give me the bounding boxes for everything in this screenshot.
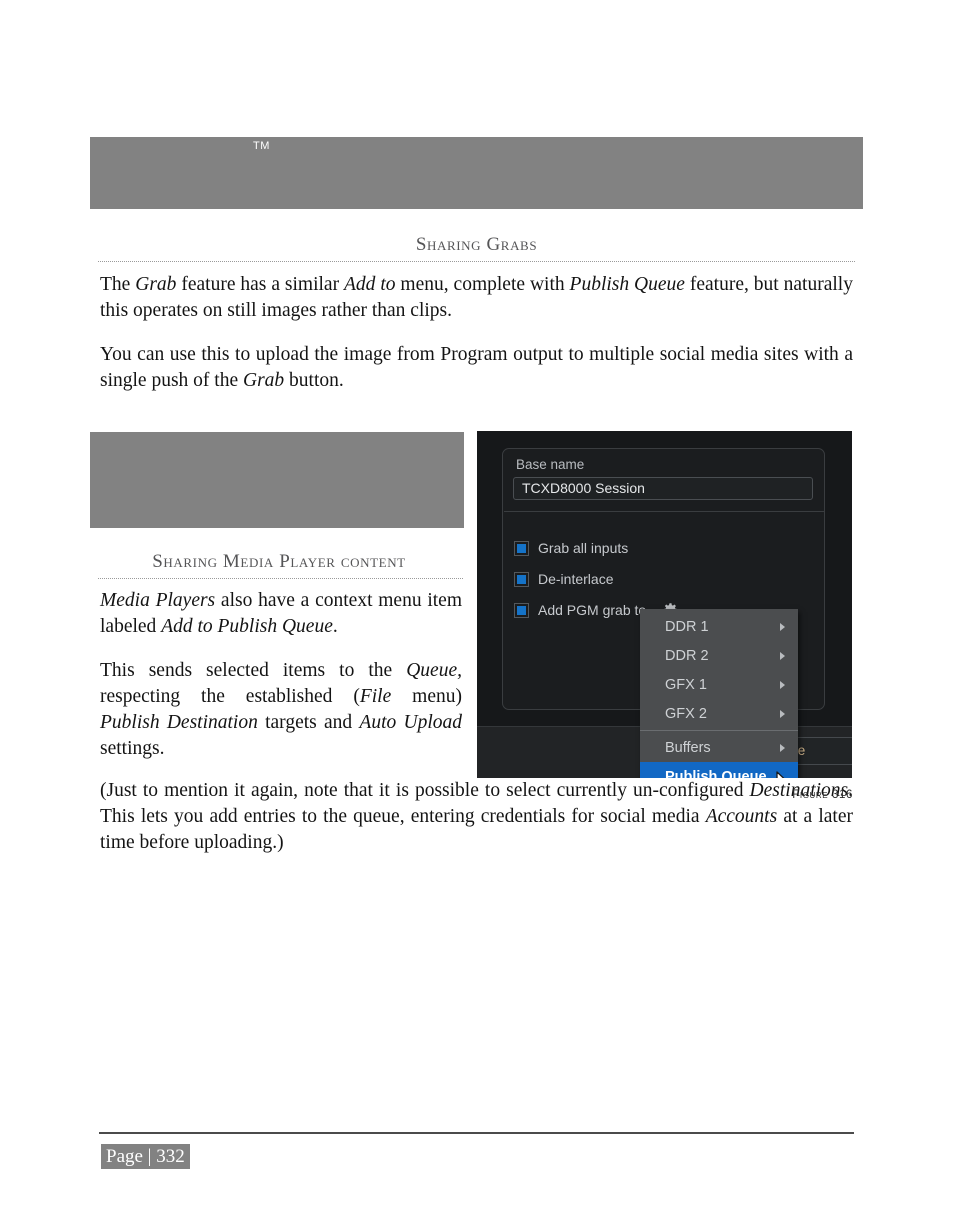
emphasis-add-to: Add to (343, 274, 396, 295)
base-name-label: Base name (516, 457, 585, 472)
text-run: settings. (100, 738, 165, 759)
emphasis-add-to-publish-queue: Add to Publish Queue (161, 616, 333, 637)
menu-separator (640, 730, 798, 731)
masked-figure-placeholder (90, 432, 464, 528)
paragraph-upload-image: You can use this to upload the image fro… (100, 342, 853, 394)
emphasis-media-players: Media Players (100, 590, 216, 611)
checkbox-row-grab-all-inputs[interactable]: Grab all inputs (514, 538, 628, 558)
section-heading-sharing-grabs: Sharing Grabs (415, 234, 538, 255)
text-run: (Just to mention it again, note that it … (100, 780, 750, 801)
checkbox-label: Add PGM grab to (538, 602, 647, 618)
base-name-input[interactable]: TCXD8000 Session (513, 477, 813, 500)
emphasis-accounts: Accounts (705, 806, 778, 827)
emphasis-queue: Queue, (406, 660, 462, 681)
menu-item-label: GFX 1 (665, 676, 707, 693)
header-band: TM (90, 137, 863, 209)
emphasis-auto-upload: Auto Upload (359, 712, 462, 733)
text-run: You can use this to upload the image fro… (100, 344, 853, 391)
menu-item-label: Buffers (665, 739, 711, 756)
text-run: menu, complete with (395, 274, 570, 295)
text-run: feature has a similar (176, 274, 344, 295)
text-run: . (332, 616, 338, 637)
checkbox-icon[interactable] (514, 602, 529, 618)
menu-item-gfx-2[interactable]: GFX 2 (640, 699, 798, 728)
text-run: The (100, 274, 136, 295)
checkbox-icon[interactable] (514, 540, 529, 556)
text-run: This sends selected items to the (100, 660, 407, 681)
checkbox-label: De-interlace (538, 571, 614, 587)
emphasis-grab: Grab (135, 274, 177, 295)
checkbox-row-de-interlace[interactable]: De-interlace (514, 569, 613, 589)
submenu-arrow-icon (780, 709, 785, 718)
submenu-arrow-icon (780, 680, 785, 689)
emphasis-grab: Grab (242, 370, 285, 391)
card-divider (504, 511, 825, 512)
emphasis-publish-queue: Publish Queue (569, 274, 685, 295)
page-number-badge: Page | 332 (101, 1144, 190, 1169)
application-screenshot: Base name TCXD8000 Session Grab all inpu… (477, 431, 852, 778)
menu-item-ddr-2[interactable]: DDR 2 (640, 641, 798, 670)
section-rule (98, 578, 463, 579)
menu-item-label: GFX 2 (665, 705, 707, 722)
text-run: button. (284, 370, 344, 391)
menu-item-publish-queue[interactable]: Publish Queue (640, 762, 798, 778)
menu-item-ddr-1[interactable]: DDR 1 (640, 612, 798, 641)
context-menu: DDR 1 DDR 2 GFX 1 GFX 2 Buffers Publish … (640, 609, 798, 778)
checkbox-label: Grab all inputs (538, 540, 629, 556)
menu-item-label: DDR 2 (665, 647, 709, 664)
paragraph-grab-feature: The Grab feature has a similar Add to me… (100, 272, 853, 324)
menu-item-label: DDR 1 (665, 618, 709, 635)
checkbox-icon[interactable] (514, 571, 529, 587)
menu-item-label: Publish Queue (665, 768, 767, 779)
menu-item-buffers[interactable]: Buffers (640, 733, 798, 762)
menu-item-gfx-1[interactable]: GFX 1 (640, 670, 798, 699)
figure-caption: Figure 316 (792, 789, 853, 801)
section-heading-media-player: Sharing Media Player content (152, 551, 406, 572)
trademark-mark: TM (253, 140, 270, 152)
emphasis-publish-destination: Publish Destination (100, 712, 258, 733)
submenu-arrow-icon (780, 651, 785, 660)
text-run: targets and (257, 712, 360, 733)
emphasis-file: File (359, 686, 392, 707)
paragraph-media-players: Media Players also have a context menu i… (100, 588, 462, 640)
submenu-arrow-icon (780, 743, 785, 752)
document-page: TM Sharing Grabs The Grab feature has a … (0, 0, 954, 1227)
footer-rule (99, 1132, 854, 1134)
paragraph-sends-selected: This sends selected items to the Queue, … (100, 658, 462, 762)
submenu-arrow-icon (780, 622, 785, 631)
text-run: respecting the established ( (100, 686, 360, 707)
section-rule (98, 261, 855, 262)
text-run: menu) (391, 686, 462, 707)
